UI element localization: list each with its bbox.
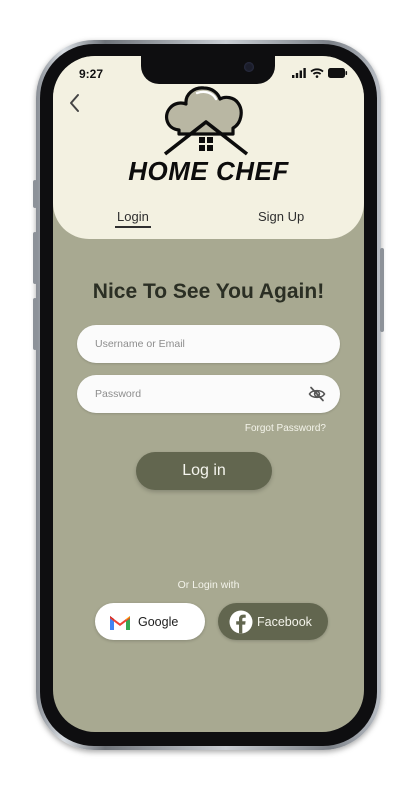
eye-off-icon[interactable] bbox=[308, 386, 326, 402]
tab-login-label: Login bbox=[117, 209, 149, 224]
volume-down-button bbox=[33, 298, 37, 350]
wifi-icon bbox=[310, 68, 324, 78]
brand-name: HOME CHEF bbox=[128, 156, 289, 186]
facebook-icon bbox=[229, 610, 253, 633]
app-screen: 9:27 HOME CHEF Login Sign Up Nice To See… bbox=[53, 56, 364, 732]
header-card: 9:27 HOME CHEF Login Sign Up bbox=[53, 56, 364, 239]
chef-hat-house-logo bbox=[163, 86, 249, 156]
login-button[interactable]: Log in bbox=[136, 452, 272, 490]
or-login-with-caption: Or Login with bbox=[177, 579, 240, 591]
password-field-container bbox=[77, 375, 340, 413]
back-chevron-icon[interactable] bbox=[67, 92, 83, 114]
mute-switch bbox=[33, 180, 37, 208]
status-icons bbox=[292, 67, 348, 79]
page-title: Nice To See You Again! bbox=[92, 280, 325, 303]
google-label: Google bbox=[138, 614, 179, 629]
forgot-password-link[interactable]: Forgot Password? bbox=[245, 423, 326, 434]
volume-up-button bbox=[33, 232, 37, 284]
password-input[interactable] bbox=[77, 375, 295, 413]
tab-sign-up[interactable]: Sign Up bbox=[258, 209, 304, 224]
facebook-login-button[interactable]: Facebook bbox=[218, 603, 328, 640]
dynamic-notch bbox=[141, 56, 275, 84]
active-tab-underline bbox=[115, 226, 151, 228]
tab-sign-up-label: Sign Up bbox=[258, 209, 305, 224]
power-button bbox=[380, 248, 384, 332]
facebook-label: Facebook bbox=[257, 614, 312, 629]
gmail-icon bbox=[110, 615, 130, 630]
username-field-container bbox=[77, 325, 340, 363]
front-camera bbox=[244, 62, 254, 72]
username-input[interactable] bbox=[77, 325, 295, 363]
tab-login[interactable]: Login bbox=[115, 209, 151, 228]
battery-icon bbox=[328, 68, 348, 78]
signal-icon bbox=[292, 68, 306, 78]
status-time: 9:27 bbox=[79, 67, 104, 81]
google-login-button[interactable]: Google bbox=[95, 603, 205, 640]
